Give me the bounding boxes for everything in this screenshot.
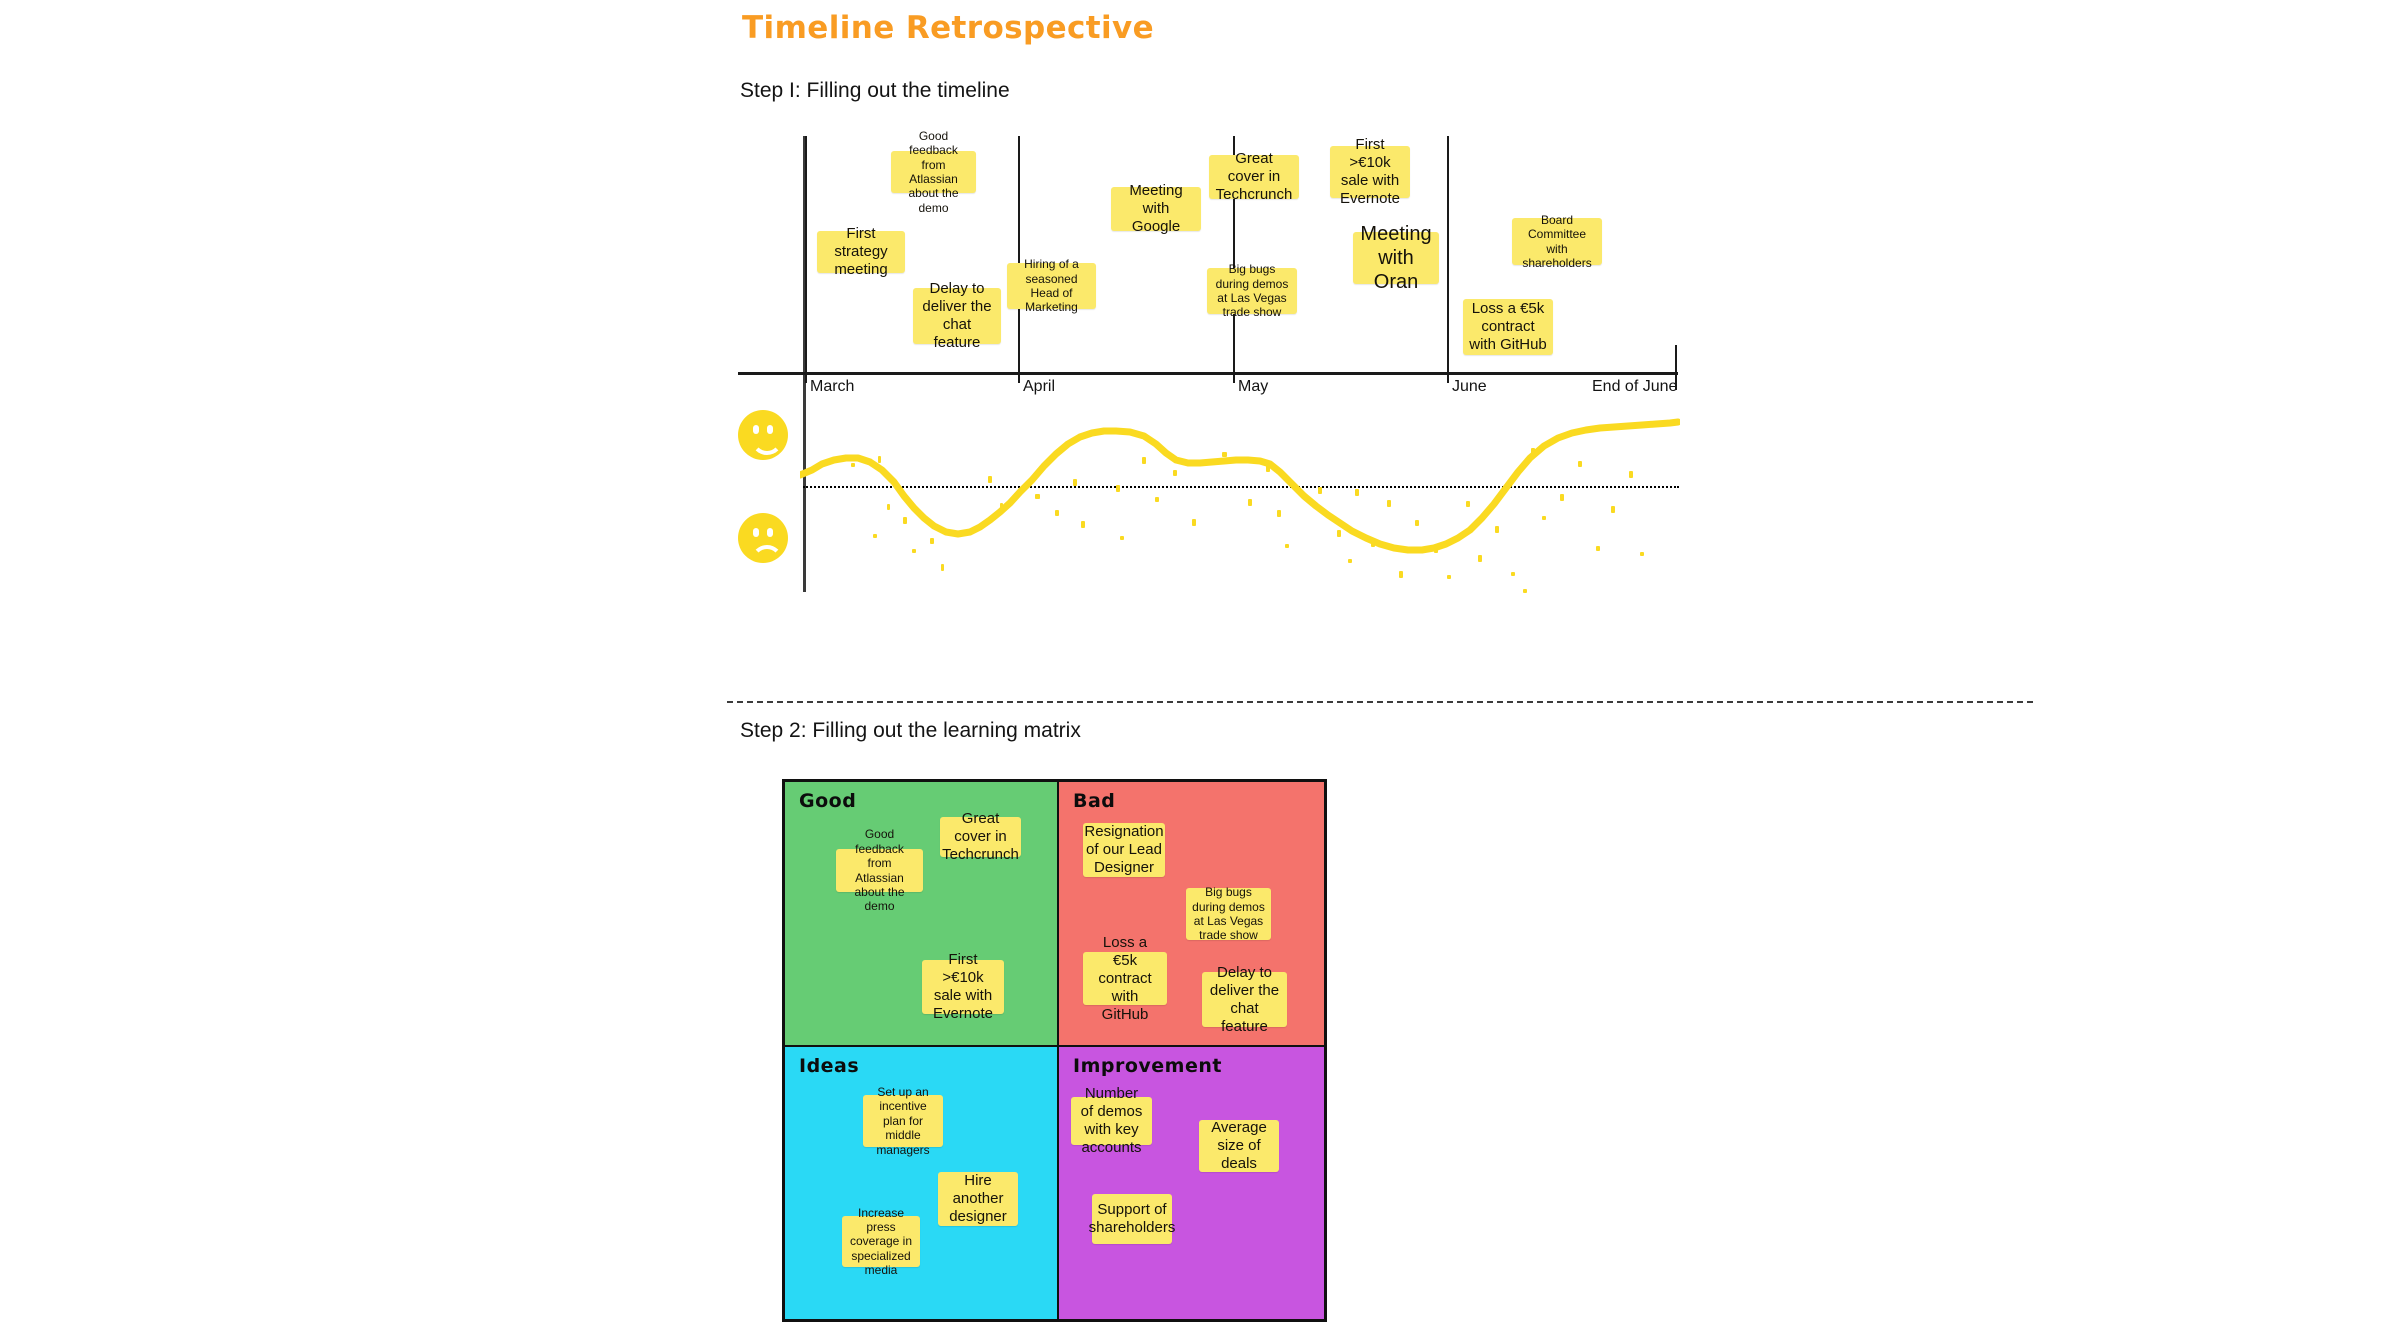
timeline-sticky-note[interactable]: Big bugs during demos at Las Vegas trade… (1207, 262, 1297, 319)
eye-right (767, 528, 773, 537)
month-tick (1447, 136, 1449, 383)
matrix-sticky-note[interactable]: Hire another designer (938, 1172, 1018, 1226)
matrix-quadrant-improvement: Improvement Number of demos with key acco… (1059, 1047, 1324, 1319)
month-tick (805, 136, 807, 383)
learning-matrix: Good Great cover in Techcrunch Good feedba… (782, 779, 1327, 1322)
quadrant-title: Bad (1073, 790, 1116, 812)
timeline-horizontal-axis (738, 372, 1678, 375)
frown-mouth (751, 545, 783, 566)
timeline-sticky-note[interactable]: Good feedback from Atlassian about the d… (891, 129, 976, 215)
sad-face-icon (738, 513, 788, 563)
timeline-sticky-note[interactable]: First strategy meeting (817, 225, 905, 278)
quadrant-title: Improvement (1073, 1055, 1222, 1077)
eye-left (753, 425, 759, 434)
smile-mouth (751, 434, 783, 455)
month-label-april: April (1023, 378, 1056, 395)
matrix-sticky-note[interactable]: Increase press coverage in specialized m… (842, 1206, 920, 1277)
matrix-sticky-note[interactable]: Resignation of our Lead Designer (1083, 823, 1165, 877)
timeline-sticky-note[interactable]: Meeting with Google (1111, 182, 1201, 235)
matrix-sticky-note[interactable]: First >€10k sale with Evernote (922, 951, 1004, 1022)
timeline-sticky-note[interactable]: Hiring of a seasoned Head of Marketing (1007, 257, 1096, 314)
timeline-sticky-note[interactable]: Great cover in Techcrunch (1209, 150, 1299, 203)
matrix-sticky-note[interactable]: Support of shareholders (1089, 1194, 1175, 1244)
eye-left (753, 528, 759, 537)
matrix-sticky-note[interactable]: Delay to deliver the chat feature (1202, 964, 1287, 1035)
matrix-sticky-note[interactable]: Set up an incentive plan for middle mana… (863, 1085, 943, 1157)
quadrant-title: Good (799, 790, 857, 812)
matrix-quadrant-good: Good Great cover in Techcrunch Good feedba… (785, 782, 1059, 1047)
matrix-sticky-note[interactable]: Number of demos with key accounts (1071, 1085, 1152, 1156)
timeline-end-tick (1675, 345, 1677, 390)
timeline-sticky-note[interactable]: Delay to deliver the chat feature (913, 280, 1001, 351)
section-divider (727, 701, 2033, 703)
eye-right (767, 425, 773, 434)
month-label-end-of-june: End of June (1592, 378, 1678, 395)
matrix-sticky-note[interactable]: Good feedback from Atlassian about the d… (836, 827, 923, 913)
mood-curve (800, 418, 1680, 554)
matrix-sticky-note[interactable]: Loss a €5k contract with GitHub (1083, 934, 1167, 1023)
timeline-section: March April May June End of June Good feedba… (0, 0, 2400, 620)
matrix-sticky-note[interactable]: Average size of deals (1199, 1119, 1279, 1172)
matrix-sticky-note[interactable]: Big bugs during demos at Las Vegas trade… (1186, 885, 1271, 942)
month-label-may: May (1238, 378, 1269, 395)
retrospective-board: Timeline Retrospective Step I: Filling o… (0, 0, 2400, 1327)
step-2-label: Step 2: Filling out the learning matrix (740, 719, 1081, 742)
matrix-sticky-note[interactable]: Great cover in Techcrunch (940, 810, 1021, 863)
month-label-march: March (810, 378, 855, 395)
timeline-sticky-note[interactable]: Meeting with Oran (1353, 223, 1439, 293)
quadrant-title: Ideas (799, 1055, 860, 1077)
timeline-sticky-note[interactable]: Loss a €5k contract with GitHub (1463, 299, 1553, 355)
happy-face-icon (738, 410, 788, 460)
month-label-june: June (1452, 378, 1487, 395)
matrix-quadrant-ideas: Ideas Set up an incentive plan for middle… (785, 1047, 1059, 1319)
matrix-quadrant-bad: Bad Resignation of our Lead Designer Big b… (1059, 782, 1324, 1047)
timeline-sticky-note[interactable]: Board Committee with shareholders (1512, 213, 1602, 270)
timeline-sticky-note[interactable]: First >€10k sale with Evernote (1330, 136, 1410, 207)
